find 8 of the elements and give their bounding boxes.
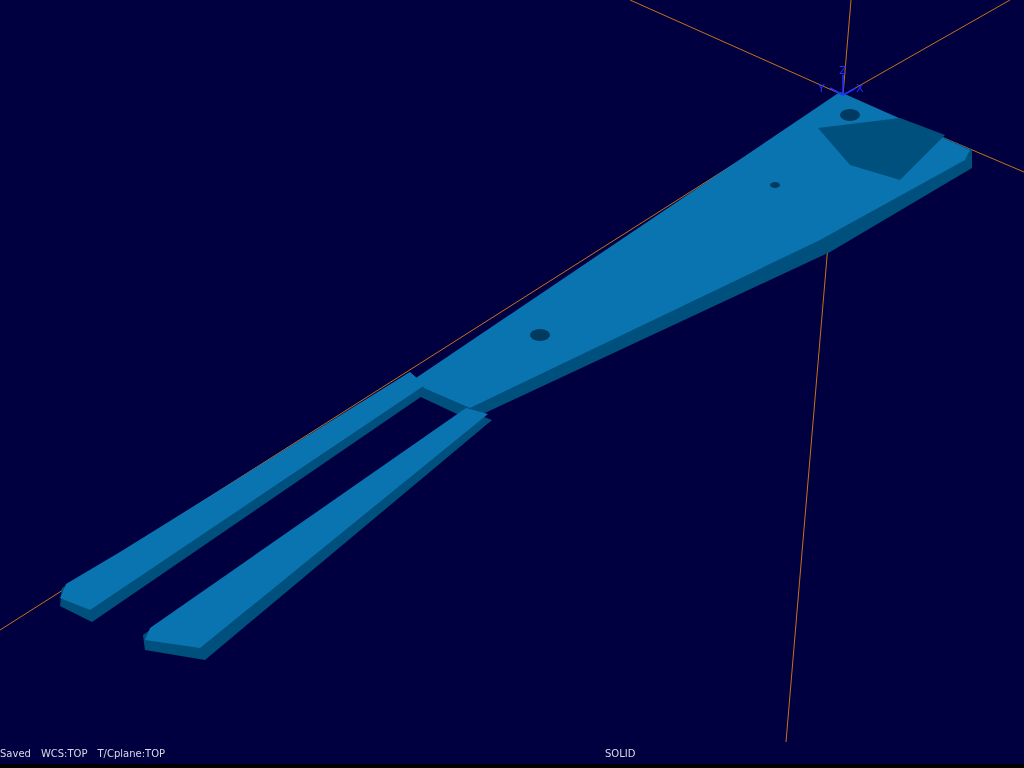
axis-label: Y	[818, 82, 825, 95]
status-text: T/Cplane:TOP	[97, 747, 166, 759]
status-text: Saved	[0, 747, 31, 759]
status-text: WCS:TOP	[40, 747, 88, 759]
axis-label: Z	[839, 64, 847, 77]
axis-triad-icon	[829, 74, 857, 96]
render-mode-text: SOLID	[605, 747, 636, 759]
axis-label: X	[856, 82, 864, 95]
